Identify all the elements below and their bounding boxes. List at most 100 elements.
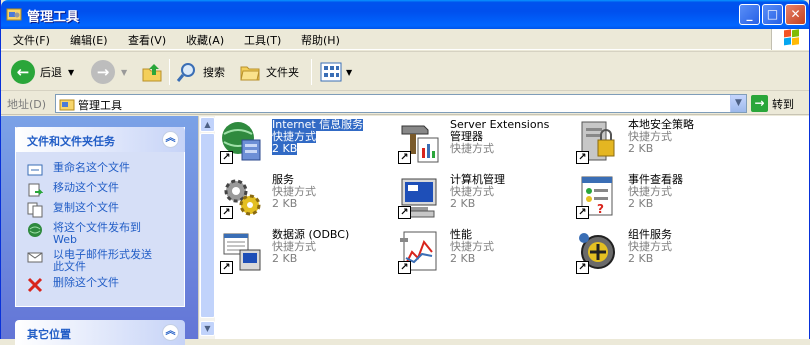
task-pane-scrollbar[interactable]: ▲ ▼ [198, 116, 215, 339]
menu-help[interactable]: 帮助(H) [301, 32, 340, 48]
file-size: 2 KB [272, 252, 298, 265]
back-button[interactable]: ← 后退 ▼ [11, 58, 74, 86]
menu-file[interactable]: 文件(F) [13, 32, 50, 48]
folders-icon [240, 66, 260, 81]
file-item-computer-management[interactable]: ↗ 计算机管理 快捷方式 2 KB [396, 173, 566, 221]
task-label-line2: 此文件 [53, 260, 86, 273]
task-label: 复制这个文件 [53, 201, 119, 214]
file-item-event-viewer[interactable]: ? ↗ 事件查看器 快捷方式 2 KB [574, 173, 744, 221]
forward-dropdown-icon[interactable]: ▼ [121, 68, 127, 77]
search-label: 搜索 [203, 66, 225, 79]
collapse-chevron-icon[interactable]: ︽ [162, 131, 179, 148]
back-arrow-icon: ← [11, 60, 35, 84]
file-view: ↗ Internet 信息服务 快捷方式 2 KB ↗ Server Exten… [215, 116, 809, 339]
folders-label: 文件夹 [266, 66, 299, 79]
delete-icon [27, 277, 43, 293]
file-size: 2 KB [628, 142, 654, 155]
file-size: 2 KB [450, 252, 476, 265]
menu-tools[interactable]: 工具(T) [244, 32, 281, 48]
file-size: 2 KB [450, 197, 476, 210]
file-item-services[interactable]: ↗ 服务 快捷方式 2 KB [218, 173, 388, 221]
task-label-line2: Web [53, 233, 77, 246]
file-tasks-heading: 文件和文件夹任务 [27, 135, 115, 148]
file-tasks-header[interactable]: 文件和文件夹任务 ︽ [15, 127, 185, 152]
task-email[interactable]: 以电子邮件形式发送 此文件 [27, 249, 152, 273]
address-input[interactable]: 管理工具 ▼ [55, 94, 747, 113]
admin-tools-icon [6, 8, 22, 21]
forward-arrow-icon: → [91, 60, 115, 84]
shortcut-arrow-icon: ↗ [220, 206, 233, 219]
task-delete[interactable]: 删除这个文件 [27, 277, 119, 293]
views-button[interactable]: ▼ [320, 58, 352, 86]
file-size: 2 KB [628, 252, 654, 265]
admin-tools-small-icon [59, 99, 75, 111]
toolbar: ← 后退 ▼ → ▼ 搜索 文件夹 ▼ [1, 51, 809, 91]
file-item-server-extensions[interactable]: ↗ Server Extensions 管理器 快捷方式 [396, 118, 566, 166]
task-move[interactable]: 移动这个文件 [27, 182, 119, 198]
task-pane: 文件和文件夹任务 ︽ 重命名这个文件 移动这个文件 复制这个文件 将这个文件发布… [1, 116, 201, 345]
address-value: 管理工具 [78, 99, 122, 112]
rename-icon [27, 164, 43, 176]
address-dropdown-icon[interactable]: ▼ [730, 95, 746, 112]
shortcut-arrow-icon: ↗ [220, 151, 233, 164]
go-button[interactable]: → 转到 [751, 95, 794, 112]
views-dropdown-icon[interactable]: ▼ [346, 68, 352, 77]
task-label: 删除这个文件 [53, 276, 119, 289]
publish-web-icon [28, 223, 42, 237]
shortcut-arrow-icon: ↗ [576, 261, 589, 274]
menu-view[interactable]: 查看(V) [128, 32, 166, 48]
task-label: 重命名这个文件 [53, 161, 130, 174]
task-copy[interactable]: 复制这个文件 [27, 202, 119, 218]
file-size: 2 KB [272, 197, 298, 210]
shortcut-arrow-icon: ↗ [398, 206, 411, 219]
svg-text:?: ? [597, 202, 604, 216]
file-type: 快捷方式 [450, 142, 494, 155]
file-item-component-services[interactable]: ↗ 组件服务 快捷方式 2 KB [574, 228, 744, 276]
close-button[interactable]: ✕ [785, 4, 806, 25]
file-size: 2 KB [628, 197, 654, 210]
shortcut-arrow-icon: ↗ [576, 151, 589, 164]
scroll-up-icon[interactable]: ▲ [200, 117, 215, 132]
shortcut-arrow-icon: ↗ [576, 206, 589, 219]
file-item-odbc[interactable]: ↗ 数据源 (ODBC) 快捷方式 2 KB [218, 228, 388, 276]
file-size: 2 KB [272, 142, 298, 155]
scroll-thumb[interactable] [200, 133, 215, 318]
email-icon [27, 252, 43, 263]
forward-button[interactable]: → ▼ [91, 58, 127, 86]
views-icon [320, 62, 342, 82]
task-publish-web[interactable]: 将这个文件发布到 Web [27, 222, 141, 246]
file-item-local-security-policy[interactable]: ↗ 本地安全策略 快捷方式 2 KB [574, 118, 744, 166]
task-label: 移动这个文件 [53, 181, 119, 194]
go-label: 转到 [772, 97, 794, 111]
maximize-button[interactable]: □ [762, 4, 783, 25]
windows-logo-icon [771, 29, 809, 50]
title-bar[interactable]: 管理工具 _ □ ✕ [1, 0, 809, 29]
search-icon [176, 63, 195, 82]
search-button[interactable]: 搜索 [176, 58, 225, 86]
up-folder-button[interactable] [141, 58, 163, 86]
shortcut-arrow-icon: ↗ [398, 261, 411, 274]
folders-button[interactable]: 文件夹 [239, 58, 299, 86]
shortcut-arrow-icon: ↗ [398, 151, 411, 164]
other-places-heading: 其它位置 [27, 328, 71, 341]
copy-icon [27, 202, 43, 218]
other-places-header[interactable]: 其它位置 ︽ [15, 320, 185, 345]
collapse-chevron-icon[interactable]: ︽ [162, 324, 179, 341]
address-bar: 地址(D) 管理工具 ▼ → 转到 [1, 92, 809, 115]
menu-favorites[interactable]: 收藏(A) [186, 32, 224, 48]
back-label: 后退 [40, 66, 62, 79]
scroll-down-icon[interactable]: ▼ [200, 321, 215, 336]
file-item-iis[interactable]: ↗ Internet 信息服务 快捷方式 2 KB [218, 118, 388, 166]
up-folder-icon [142, 64, 162, 82]
task-rename[interactable]: 重命名这个文件 [27, 162, 130, 178]
shortcut-arrow-icon: ↗ [220, 261, 233, 274]
explorer-window: 管理工具 _ □ ✕ 文件(F) 编辑(E) 查看(V) 收藏(A) 工具(T)… [0, 0, 810, 345]
menu-bar: 文件(F) 编辑(E) 查看(V) 收藏(A) 工具(T) 帮助(H) [1, 29, 809, 50]
back-dropdown-icon[interactable]: ▼ [68, 68, 74, 77]
go-arrow-icon: → [751, 95, 768, 112]
file-item-performance[interactable]: ↗ 性能 快捷方式 2 KB [396, 228, 566, 276]
minimize-button[interactable]: _ [739, 4, 760, 25]
window-title: 管理工具 [27, 10, 80, 25]
address-label: 地址(D) [7, 98, 47, 111]
menu-edit[interactable]: 编辑(E) [70, 32, 108, 48]
